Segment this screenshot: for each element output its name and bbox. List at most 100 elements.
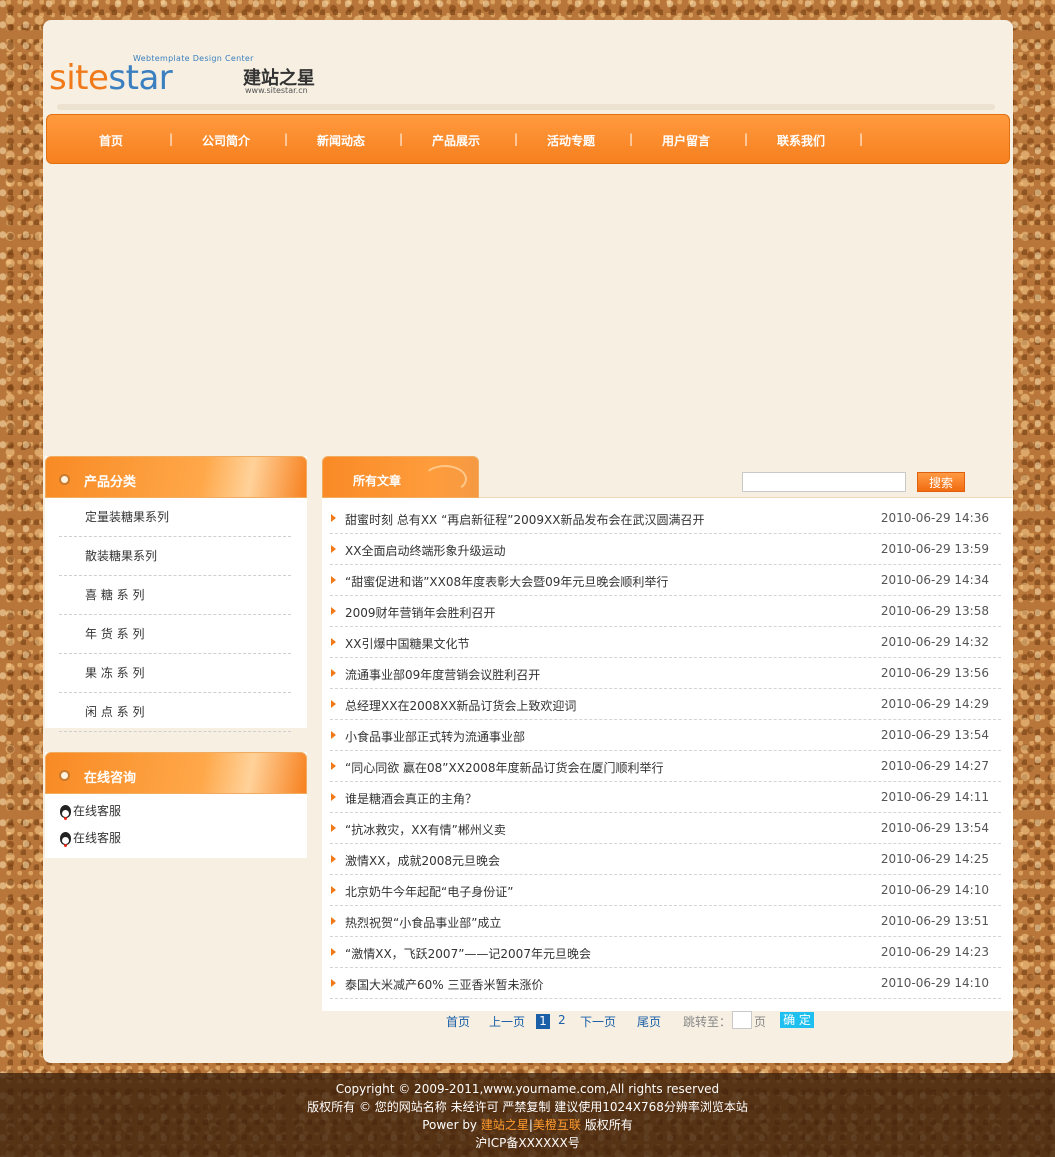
bullet-icon [59, 474, 70, 485]
arrow-bullet-icon [331, 855, 336, 863]
article-row: “同心同欲 赢在08”XX2008年度新品订货会在厦门顺利举行 2010-06-2… [330, 751, 1001, 782]
article-date: 2010-06-29 13:54 [880, 728, 989, 742]
article-title-link[interactable]: XX全面启动终端形象升级运动 [345, 542, 505, 559]
article-row: 甜蜜时刻 总有XX “再启新征程”2009XX新品发布会在武汉圆满召开 2010-… [330, 503, 1001, 534]
article-date: 2010-06-29 14:10 [880, 976, 989, 990]
article-date: 2010-06-29 14:34 [880, 573, 989, 587]
footer-copyright: Copyright © 2009-2011,www.yourname.com,A… [335, 1082, 720, 1096]
arrow-bullet-icon [331, 638, 336, 646]
nav-item-guestbook[interactable]: 用户留言 [636, 132, 736, 149]
pager-jump-input[interactable] [732, 1011, 752, 1029]
article-date: 2010-06-29 14:29 [880, 697, 989, 711]
online-service-link[interactable]: 在线客服 [45, 798, 307, 825]
article-date: 2010-06-29 14:36 [880, 511, 989, 525]
article-title-link[interactable]: 流通事业部09年度营销会议胜利召开 [345, 666, 540, 683]
article-date: 2010-06-29 14:11 [880, 790, 989, 804]
arrow-bullet-icon [331, 762, 336, 770]
nav-separator: | [399, 132, 404, 146]
arrow-bullet-icon [331, 948, 336, 956]
nav-item-products[interactable]: 产品展示 [406, 132, 506, 149]
article-row: 谁是糖酒会真正的主角？ 2010-06-29 14:11 [330, 782, 1001, 813]
logo-url: www.sitestar.cn [245, 86, 308, 95]
arrow-bullet-icon [331, 886, 336, 894]
category-item[interactable]: 年 货 系 列 [59, 615, 291, 654]
article-row: 北京奶牛今年起配“电子身份证” 2010-06-29 14:10 [330, 875, 1001, 906]
footer-icp: 沪ICP备XXXXXX号 [475, 1136, 580, 1150]
article-row: 热烈祝贺“小食品事业部”成立 2010-06-29 13:51 [330, 906, 1001, 937]
tab-all-articles[interactable]: 所有文章 [322, 456, 479, 498]
article-title-link[interactable]: “甜蜜促进和谐”XX08年度表彰大会暨09年元旦晚会顺利举行 [345, 573, 668, 590]
article-date: 2010-06-29 13:54 [880, 821, 989, 835]
arrow-bullet-icon [331, 979, 336, 987]
article-row: 流通事业部09年度营销会议胜利召开 2010-06-29 13:56 [330, 658, 1001, 689]
pager-current-page[interactable]: 1 [536, 1014, 550, 1029]
footer-link-meicheng[interactable]: 美橙互联 [533, 1118, 581, 1132]
banner-area [43, 172, 1013, 452]
article-title-link[interactable]: 泰国大米减产60% 三亚香米暂未涨价 [345, 976, 544, 993]
article-date: 2010-06-29 14:25 [880, 852, 989, 866]
pager-page-link[interactable]: 2 [558, 1013, 566, 1027]
footer-link-sitestar[interactable]: 建站之星 [481, 1118, 529, 1132]
site-logo[interactable]: Webtemplate Design Center sitestar 建站之星 … [49, 50, 319, 98]
category-item[interactable]: 果 冻 系 列 [59, 654, 291, 693]
nav-separator: | [859, 132, 864, 146]
nav-separator: | [284, 132, 289, 146]
footer-power: Power by 建站之星|美橙互联 版权所有 [422, 1118, 633, 1132]
article-list: 甜蜜时刻 总有XX “再启新征程”2009XX新品发布会在武汉圆满召开 2010-… [322, 498, 1013, 1011]
arrow-bullet-icon [331, 824, 336, 832]
pager-next-link[interactable]: 下一页 [580, 1013, 616, 1030]
article-title-link[interactable]: “同心同欲 赢在08”XX2008年度新品订货会在厦门顺利举行 [345, 759, 664, 776]
category-item[interactable]: 散装糖果系列 [59, 537, 291, 576]
article-title-link[interactable]: 小食品事业部正式转为流通事业部 [345, 728, 525, 745]
category-item[interactable]: 喜 糖 系 列 [59, 576, 291, 615]
header-divider [57, 104, 995, 110]
article-title-link[interactable]: 2009财年营销年会胜利召开 [345, 604, 496, 621]
article-title-link[interactable]: 甜蜜时刻 总有XX “再启新征程”2009XX新品发布会在武汉圆满召开 [345, 511, 705, 528]
nav-separator: | [629, 132, 634, 146]
article-title-link[interactable]: 激情XX，成就2008元旦晚会 [345, 852, 500, 869]
arrow-bullet-icon [331, 731, 336, 739]
qq-penguin-icon [59, 831, 72, 846]
category-item[interactable]: 定量装糖果系列 [59, 498, 291, 537]
article-date: 2010-06-29 14:32 [880, 635, 989, 649]
arrow-bullet-icon [331, 700, 336, 708]
article-row: 激情XX，成就2008元旦晚会 2010-06-29 14:25 [330, 844, 1001, 875]
site-footer: Copyright © 2009-2011,www.yourname.com,A… [0, 1073, 1055, 1157]
pager-ok-button[interactable]: 确 定 [780, 1012, 814, 1028]
article-date: 2010-06-29 14:27 [880, 759, 989, 773]
article-title-link[interactable]: XX引爆中国糖果文化节 [345, 635, 469, 652]
article-title-link[interactable]: 总经理XX在2008XX新品订货会上致欢迎词 [345, 697, 576, 714]
article-title-link[interactable]: 热烈祝贺“小食品事业部”成立 [345, 914, 501, 931]
pager-last-link[interactable]: 尾页 [637, 1013, 661, 1030]
footer-rights: 版权所有 © 您的网站名称 未经许可 严禁复制 建议使用1024X768分辨率浏… [307, 1100, 748, 1114]
category-item[interactable]: 闲 点 系 列 [59, 693, 291, 732]
article-title-link[interactable]: “激情XX，飞跃2007”——记2007年元旦晚会 [345, 945, 591, 962]
category-box: 产品分类 定量装糖果系列 散装糖果系列 喜 糖 系 列 年 货 系 列 果 冻 … [45, 456, 307, 732]
consult-box: 在线咨询 在线客服 在线客服 [45, 752, 307, 858]
nav-item-home[interactable]: 首页 [61, 132, 161, 149]
article-title-link[interactable]: 谁是糖酒会真正的主角？ [345, 790, 477, 807]
category-box-header: 产品分类 [45, 456, 307, 498]
article-row: 小食品事业部正式转为流通事业部 2010-06-29 13:54 [330, 720, 1001, 751]
nav-item-about[interactable]: 公司简介 [176, 132, 276, 149]
article-title-link[interactable]: 北京奶牛今年起配“电子身份证” [345, 883, 513, 900]
article-row: “激情XX，飞跃2007”——记2007年元旦晚会 2010-06-29 14:2… [330, 937, 1001, 968]
pager-first-link[interactable]: 首页 [446, 1013, 470, 1030]
page-container: Webtemplate Design Center sitestar 建站之星 … [43, 20, 1013, 1063]
swirl-decoration-icon [423, 465, 467, 493]
pager-prev-link[interactable]: 上一页 [489, 1013, 525, 1030]
search-input[interactable] [742, 472, 906, 492]
nav-item-events[interactable]: 活动专题 [521, 132, 621, 149]
category-box-title: 产品分类 [84, 475, 137, 490]
article-title-link[interactable]: “抗冰救灾，XX有情”郴州义卖 [345, 821, 506, 838]
search-button[interactable]: 搜索 [917, 472, 965, 492]
article-row: 2009财年营销年会胜利召开 2010-06-29 13:58 [330, 596, 1001, 627]
pagination: 首页 上一页 1 2 下一页 尾页 跳转至： 页 确 定 [446, 1011, 866, 1031]
article-row: 泰国大米减产60% 三亚香米暂未涨价 2010-06-29 14:10 [330, 968, 1001, 999]
article-date: 2010-06-29 13:58 [880, 604, 989, 618]
online-service-link[interactable]: 在线客服 [45, 825, 307, 852]
nav-item-contact[interactable]: 联系我们 [751, 132, 851, 149]
nav-separator: | [169, 132, 174, 146]
nav-item-news[interactable]: 新闻动态 [291, 132, 391, 149]
article-date: 2010-06-29 13:56 [880, 666, 989, 680]
